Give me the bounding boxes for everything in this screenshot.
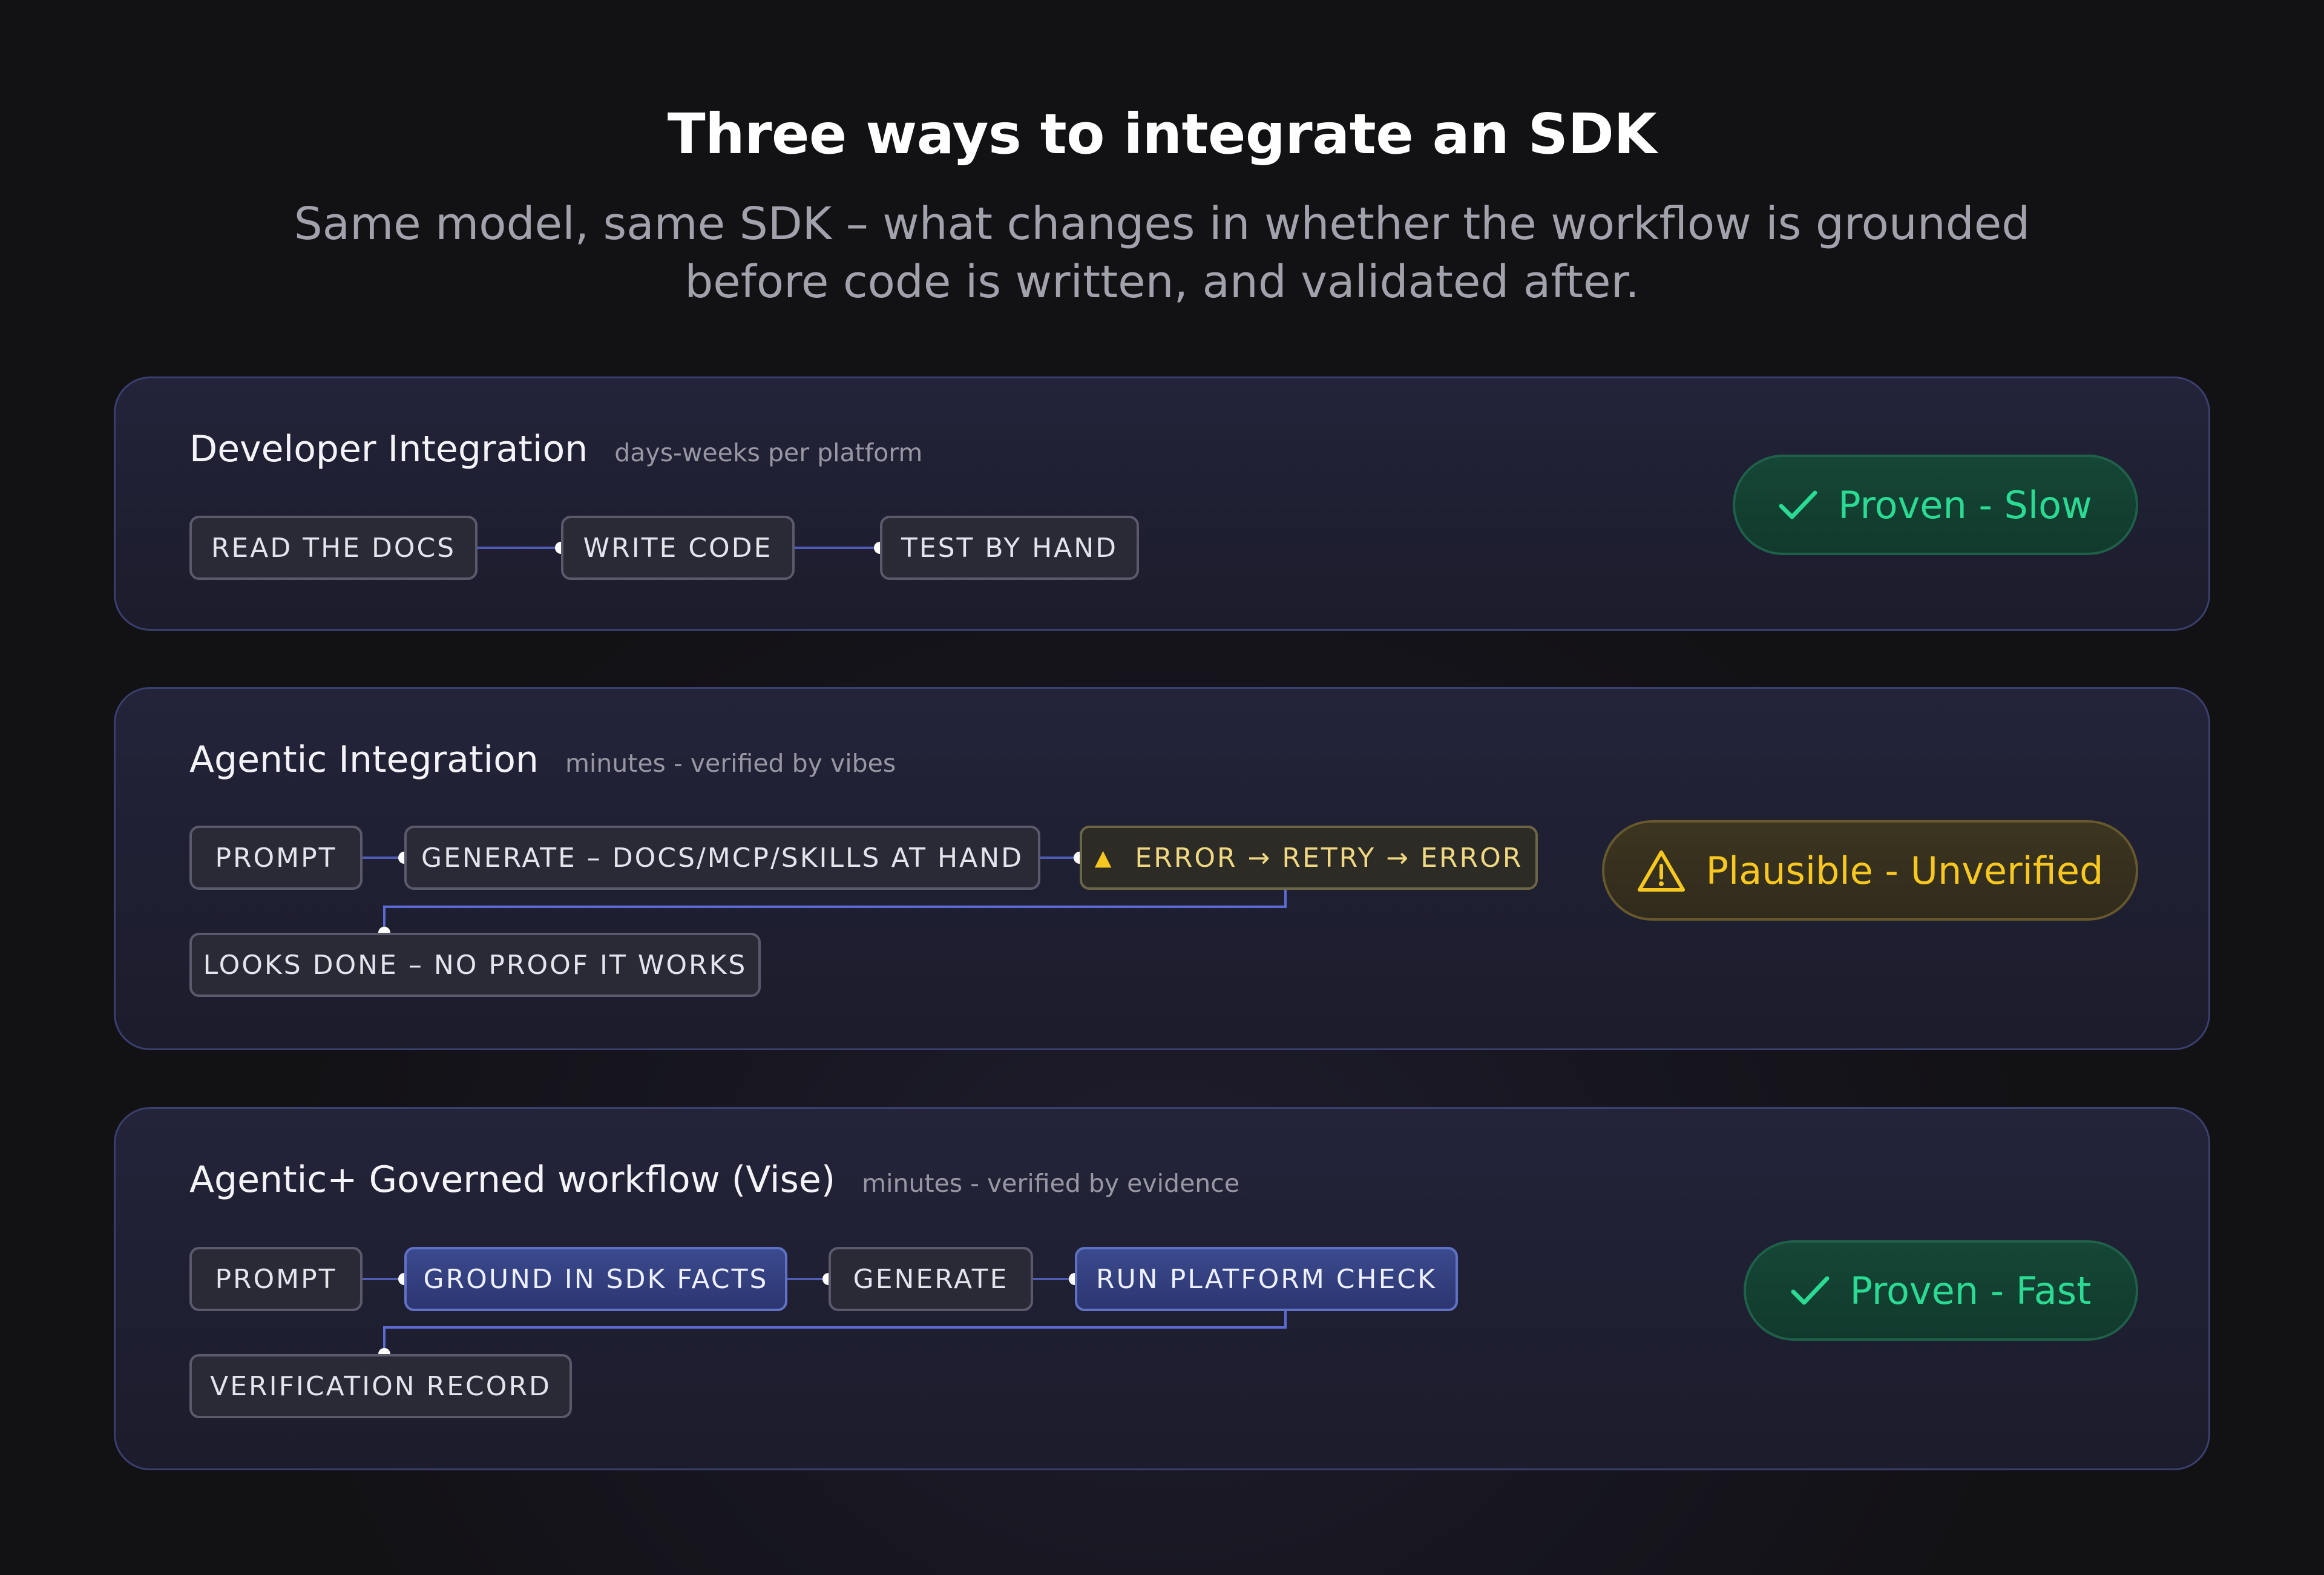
step-looks-done-no-proof: LOOKS DONE – NO PROOF IT WORKS xyxy=(189,933,761,997)
step-prompt: PROMPT xyxy=(189,826,363,890)
step-error-retry-error: ▲ ERROR → RETRY → ERROR xyxy=(1080,826,1538,890)
subtitle-line-1: Same model, same SDK – what changes in w… xyxy=(294,198,2030,250)
page-subtitle: Same model, same SDK – what changes in w… xyxy=(242,195,2082,311)
step-write-code: WRITE CODE xyxy=(561,516,795,580)
proven-fast-badge: Proven - Fast xyxy=(1744,1240,2138,1341)
warning-icon: ▲ xyxy=(1094,845,1114,870)
step-label: ERROR → RETRY → ERROR xyxy=(1135,842,1523,873)
badge-label: Proven - Fast xyxy=(1850,1268,2092,1313)
step-run-platform-check: RUN PLATFORM CHECK xyxy=(1075,1247,1458,1311)
subtitle-line-2: before code is written, and validated af… xyxy=(684,256,1640,308)
plausible-unverified-badge: Plausible - Unverified xyxy=(1602,820,2138,921)
proven-slow-badge: Proven - Slow xyxy=(1733,455,2138,555)
check-icon xyxy=(1779,490,1817,519)
step-generate-docs-mcp-skills: GENERATE – DOCS/MCP/SKILLS AT HAND xyxy=(404,826,1040,890)
developer-integration-panel: Developer Integration days-weeks per pla… xyxy=(114,376,2210,631)
step-prompt: PROMPT xyxy=(189,1247,363,1311)
warning-icon xyxy=(1637,850,1685,892)
agentic-integration-panel: Agentic Integration minutes - verified b… xyxy=(114,687,2210,1050)
step-verification-record: VERIFICATION RECORD xyxy=(189,1354,572,1418)
check-icon xyxy=(1791,1276,1830,1305)
step-test-by-hand: TEST BY HAND xyxy=(880,516,1139,580)
badge-label: Plausible - Unverified xyxy=(1705,848,2104,893)
badge-label: Proven - Slow xyxy=(1838,482,2092,527)
governed-workflow-panel: Agentic+ Governed workflow (Vise) minute… xyxy=(114,1107,2210,1470)
step-read-the-docs: READ THE DOCS xyxy=(189,516,478,580)
step-generate: GENERATE xyxy=(829,1247,1033,1311)
page-title: Three ways to integrate an SDK xyxy=(667,102,1657,166)
step-ground-in-sdk-facts: GROUND IN SDK FACTS xyxy=(404,1247,787,1311)
